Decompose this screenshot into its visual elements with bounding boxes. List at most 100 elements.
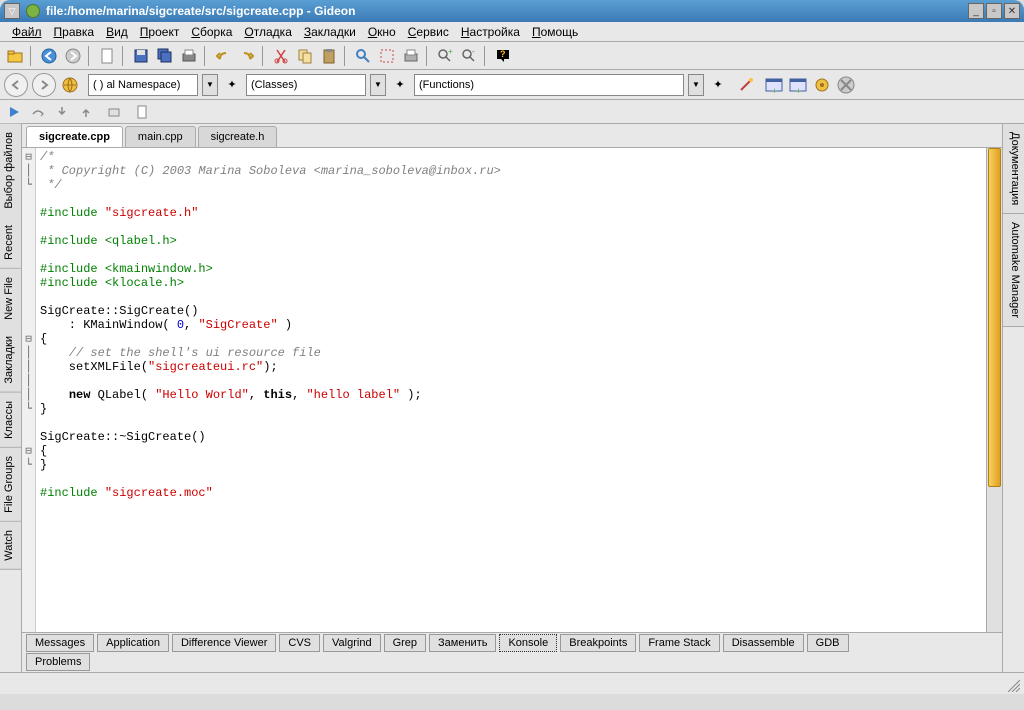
save-button[interactable] (130, 45, 152, 67)
menu-project[interactable]: Проект (134, 23, 186, 41)
nav-forward-button[interactable] (32, 73, 56, 97)
menu-file[interactable]: Файл (6, 23, 48, 41)
vertical-scrollbar[interactable] (986, 148, 1002, 632)
menu-tools[interactable]: Сервис (402, 23, 455, 41)
classes-dropdown[interactable]: ▼ (370, 74, 386, 96)
open-button[interactable] (4, 45, 26, 67)
cut-button[interactable] (270, 45, 292, 67)
step-out-button[interactable] (76, 102, 96, 122)
functions-combo[interactable]: (Functions) (414, 74, 684, 96)
scrollbar-thumb[interactable] (988, 148, 1001, 487)
sidebar-file-selector[interactable]: Выбор файлов (0, 124, 21, 217)
minimize-button[interactable]: _ (968, 3, 984, 19)
btab-cvs[interactable]: CVS (279, 634, 320, 652)
debug-toolbar (0, 100, 1024, 124)
bottom-tabs-row2: Problems (22, 652, 1002, 672)
left-sidebar: Выбор файлов Recent New File Закладки Кл… (0, 124, 22, 672)
menu-build[interactable]: Сборка (185, 23, 238, 41)
back-button[interactable] (38, 45, 60, 67)
save-all-button[interactable] (154, 45, 176, 67)
find-button[interactable] (352, 45, 374, 67)
sidebar-new-file[interactable]: New File (0, 269, 21, 329)
menu-edit[interactable]: Правка (48, 23, 101, 41)
run-button[interactable] (4, 102, 24, 122)
doc-button[interactable] (132, 102, 152, 122)
svg-text:+: + (448, 47, 453, 56)
btab-breakpoints[interactable]: Breakpoints (560, 634, 636, 652)
code-editor[interactable]: /* * Copyright (C) 2003 Marina Soboleva … (36, 148, 986, 632)
menu-help[interactable]: Помощь (526, 23, 584, 41)
namespace-action[interactable]: ✦ (222, 75, 242, 95)
btab-replace[interactable]: Заменить (429, 634, 496, 652)
btab-grep[interactable]: Grep (384, 634, 426, 652)
namespace-dropdown[interactable]: ▼ (202, 74, 218, 96)
editor-tabs: sigcreate.cpp main.cpp sigcreate.h (22, 124, 1002, 148)
new-file-button[interactable] (96, 45, 118, 67)
right-sidebar: Документация Automake Manager (1002, 124, 1024, 672)
tab-sigcreate-h[interactable]: sigcreate.h (198, 126, 278, 147)
zoom-out-button[interactable]: - (458, 45, 480, 67)
sidebar-bookmarks[interactable]: Закладки (0, 328, 21, 393)
wand-icon[interactable] (736, 75, 756, 95)
resize-grip[interactable] (1004, 676, 1020, 692)
statusbar (0, 672, 1024, 694)
menu-debug[interactable]: Отладка (238, 23, 297, 41)
window-title: file:/home/marina/sigcreate/src/sigcreat… (46, 4, 966, 18)
copy-button[interactable] (294, 45, 316, 67)
zoom-in-button[interactable]: + (434, 45, 456, 67)
maximize-button[interactable]: ▫ (986, 3, 1002, 19)
btab-disassemble[interactable]: Disassemble (723, 634, 804, 652)
functions-dropdown[interactable]: ▼ (688, 74, 704, 96)
undo-button[interactable] (212, 45, 234, 67)
sidebar-documentation[interactable]: Документация (1003, 124, 1024, 214)
nav-back-button[interactable] (4, 73, 28, 97)
btab-gdb[interactable]: GDB (807, 634, 849, 652)
memory-button[interactable] (104, 102, 124, 122)
step-over-button[interactable] (28, 102, 48, 122)
window-menu-button[interactable]: ▽ (4, 3, 20, 19)
sidebar-recent[interactable]: Recent (0, 217, 21, 269)
forward-button[interactable] (62, 45, 84, 67)
btab-valgrind[interactable]: Valgrind (323, 634, 381, 652)
sidebar-watch[interactable]: Watch (0, 522, 21, 570)
main-area: Выбор файлов Recent New File Закладки Кл… (0, 124, 1024, 672)
whatsthis-button[interactable]: ? (492, 45, 514, 67)
btab-application[interactable]: Application (97, 634, 169, 652)
functions-action[interactable]: ✦ (708, 75, 728, 95)
btab-framestack[interactable]: Frame Stack (639, 634, 719, 652)
svg-text:+: + (772, 86, 777, 94)
redo-button[interactable] (236, 45, 258, 67)
classes-action[interactable]: ✦ (390, 75, 410, 95)
print2-button[interactable] (400, 45, 422, 67)
step-into-button[interactable] (52, 102, 72, 122)
btab-messages[interactable]: Messages (26, 634, 94, 652)
namespace-combo[interactable]: ( ) al Namespace) (88, 74, 198, 96)
fold-gutter[interactable]: ⊟│└ ⊟││││└ ⊟└ (22, 148, 36, 632)
menu-window[interactable]: Окно (362, 23, 402, 41)
tab-sigcreate-cpp[interactable]: sigcreate.cpp (26, 126, 123, 147)
print-button[interactable] (178, 45, 200, 67)
window1-icon[interactable]: + (764, 75, 784, 95)
close-button[interactable]: ✕ (1004, 3, 1020, 19)
sidebar-automake[interactable]: Automake Manager (1003, 214, 1024, 327)
menu-settings[interactable]: Настройка (455, 23, 526, 41)
paste-button[interactable] (318, 45, 340, 67)
tab-main-cpp[interactable]: main.cpp (125, 126, 196, 147)
menu-view[interactable]: Вид (100, 23, 134, 41)
svg-text:+: + (796, 86, 801, 94)
classes-combo[interactable]: (Classes) (246, 74, 366, 96)
btab-problems[interactable]: Problems (26, 653, 90, 671)
sidebar-classes[interactable]: Классы (0, 393, 21, 448)
sidebar-file-groups[interactable]: File Groups (0, 448, 21, 522)
globe-icon[interactable] (60, 75, 80, 95)
btab-konsole[interactable]: Konsole (499, 634, 557, 652)
window2-icon[interactable]: + (788, 75, 808, 95)
titlebar: ▽ file:/home/marina/sigcreate/src/sigcre… (0, 0, 1024, 22)
code-area: ⊟│└ ⊟││││└ ⊟└ /* * Copyright (C) 2003 Ma… (22, 148, 1002, 632)
btab-diff[interactable]: Difference Viewer (172, 634, 276, 652)
stop-icon[interactable] (836, 75, 856, 95)
nav-toolbar: ( ) al Namespace) ▼ ✦ (Classes) ▼ ✦ (Fun… (0, 70, 1024, 100)
select-button[interactable] (376, 45, 398, 67)
menu-bookmarks[interactable]: Закладки (298, 23, 362, 41)
gear-icon[interactable] (812, 75, 832, 95)
